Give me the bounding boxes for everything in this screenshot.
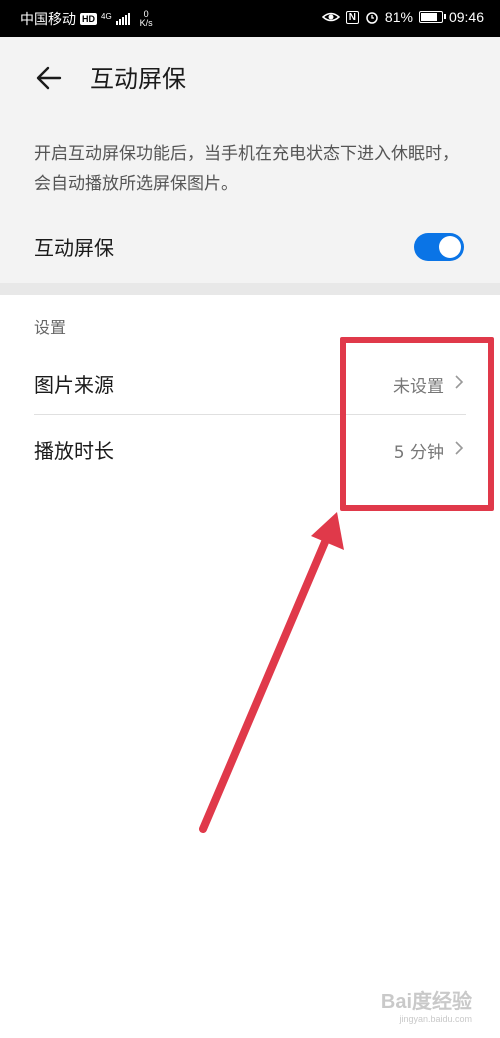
- watermark-logo: Bai度经验 jingyan.baidu.com: [381, 985, 472, 1024]
- watermark-sub: jingyan.baidu.com: [399, 1014, 472, 1024]
- annotation-arrow: [199, 512, 344, 833]
- watermark-main: Bai度经验: [380, 991, 472, 1013]
